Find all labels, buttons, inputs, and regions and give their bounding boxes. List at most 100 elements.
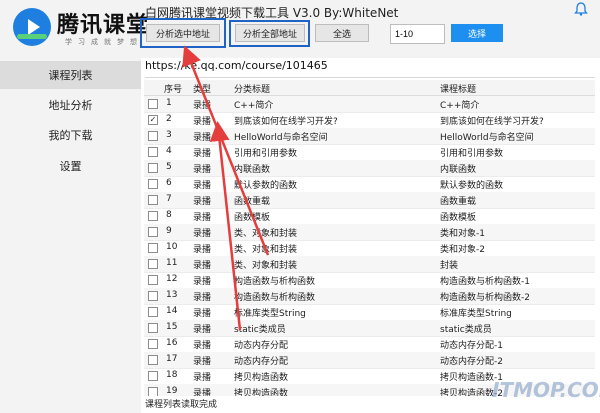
column-header-no: 序号 [164,85,183,95]
table-row[interactable]: 13 录播 构造函数与析构函数 构造函数与析构函数-2 [144,288,595,305]
cell-cat: 内联函数 [234,165,271,175]
cell-no: 16 [166,338,178,348]
row-checkbox[interactable] [148,371,158,381]
cell-no: 2 [166,114,172,124]
cell-cat: 类、对象和封装 [234,229,298,239]
cell-cat: 函数重载 [234,197,271,207]
row-checkbox[interactable] [148,307,158,317]
table-row[interactable]: 11 录播 类、对象和封装 封装 [144,256,595,273]
cell-cat: C++简介 [234,101,274,111]
row-checkbox[interactable] [148,291,158,301]
table-row[interactable]: 14 录播 标准库类型String 标准库类型String [144,304,595,321]
table-row[interactable]: 16 录播 动态内存分配 动态内存分配-1 [144,336,595,353]
row-checkbox[interactable] [148,323,158,333]
bell-icon[interactable] [574,2,588,16]
cell-type: 录播 [193,229,212,239]
cell-type: 录播 [193,133,212,143]
cell-course: 动态内存分配-1 [440,341,503,351]
cell-no: 9 [166,226,172,236]
cell-no: 15 [166,322,178,332]
cell-cat: 拷贝构造函数 [234,373,289,383]
table-row[interactable]: 9 录播 类、对象和封装 类和对象-1 [144,224,595,241]
row-checkbox[interactable] [148,211,158,221]
cell-type: 录播 [193,197,212,207]
table-row[interactable]: 5 录播 内联函数 内联函数 [144,160,595,177]
cell-no: 10 [166,242,178,252]
cell-type: 录播 [193,245,212,255]
cell-cat: 引用和引用参数 [234,149,298,159]
row-checkbox[interactable] [148,243,158,253]
select-button[interactable]: 选择 [451,24,503,42]
sidebar: 课程列表 地址分析 我的下载 设置 [0,58,141,413]
row-checkbox[interactable]: ✓ [148,115,158,125]
cell-cat: 构造函数与析构函数 [234,277,316,287]
range-input[interactable] [390,24,445,44]
cell-no: 18 [166,370,178,380]
table-row[interactable]: 6 录播 默认参数的函数 默认参数的函数 [144,176,595,193]
course-table: 1 录播 C++简介 C++简介 ✓ 2 录播 到底该如何在线学习开发? 到底该如何在线学习开发… [144,96,595,396]
row-checkbox[interactable] [148,195,158,205]
cell-cat: 到底该如何在线学习开发? [234,117,338,127]
row-checkbox[interactable] [148,179,158,189]
cell-no: 3 [166,130,172,140]
table-row[interactable]: 7 录播 函数重载 函数重载 [144,192,595,209]
column-header-course: 课程标题 [440,85,477,95]
cell-no: 7 [166,194,172,204]
cell-cat: HelloWorld与命名空间 [234,133,328,143]
cell-type: 录播 [193,341,212,351]
table-row[interactable]: 12 录播 构造函数与析构函数 构造函数与析构函数-1 [144,272,595,289]
cell-type: 录播 [193,101,212,111]
row-checkbox[interactable] [148,259,158,269]
row-checkbox[interactable] [148,131,158,141]
table-row[interactable]: 8 录播 函数模板 函数模板 [144,208,595,225]
status-text: 课程列表读取完成 [145,400,218,410]
table-row[interactable]: 15 录播 static类成员 static类成员 [144,320,595,337]
sidebar-item-address-analysis[interactable]: 地址分析 [0,91,141,119]
table-row[interactable]: 4 录播 引用和引用参数 引用和引用参数 [144,144,595,161]
cell-type: 录播 [193,149,212,159]
table-row[interactable]: ✓ 2 录播 到底该如何在线学习开发? 到底该如何在线学习开发? [144,112,595,129]
table-row[interactable]: 17 录播 动态内存分配 动态内存分配-2 [144,352,595,369]
table-row[interactable]: 10 录播 类、对象和封装 类和对象-2 [144,240,595,257]
cell-no: 14 [166,306,178,316]
table-header: 序号 类型 分类标题 课程标题 [144,80,595,96]
cell-cat: 拷贝构造函数 [234,389,289,396]
row-checkbox[interactable] [148,99,158,109]
cell-type: 录播 [193,293,212,303]
cell-type: 录播 [193,277,212,287]
cell-no: 5 [166,162,172,172]
select-all-button[interactable]: 全选 [315,24,369,42]
sidebar-item-course-list[interactable]: 课程列表 [0,61,141,89]
cell-cat: 动态内存分配 [234,341,289,351]
highlight-box-analyze-selected [140,18,226,48]
course-url-field[interactable]: https://ke.qq.com/course/101465 [145,59,595,78]
cell-type: 录播 [193,117,212,127]
row-checkbox[interactable] [148,275,158,285]
cell-no: 19 [166,386,178,396]
cell-no: 13 [166,290,178,300]
cell-type: 录播 [193,389,212,396]
row-checkbox[interactable] [148,339,158,349]
table-row[interactable]: 3 录播 HelloWorld与命名空间 HelloWorld与命名空间 [144,128,595,145]
cell-type: 录播 [193,261,212,271]
cell-no: 1 [166,98,172,108]
row-checkbox[interactable] [148,163,158,173]
cell-cat: 函数模板 [234,213,271,223]
row-checkbox[interactable] [148,355,158,365]
cell-course: 引用和引用参数 [440,149,504,159]
cell-no: 11 [166,258,178,268]
cell-course: 类和对象-2 [440,245,485,255]
cell-course: 封装 [440,261,459,271]
cell-course: static类成员 [440,325,492,335]
logo-title: 腾讯课堂 [57,13,150,38]
row-checkbox[interactable] [148,147,158,157]
cell-course: 函数模板 [440,213,477,223]
sidebar-item-settings[interactable]: 设置 [0,152,141,180]
row-checkbox[interactable] [148,227,158,237]
cell-type: 录播 [193,357,212,367]
cell-course: 动态内存分配-2 [440,357,503,367]
sidebar-item-my-downloads[interactable]: 我的下载 [0,121,141,149]
table-row[interactable]: 1 录播 C++简介 C++简介 [144,96,595,113]
cell-course: 内联函数 [440,165,477,175]
row-checkbox[interactable] [148,387,158,396]
